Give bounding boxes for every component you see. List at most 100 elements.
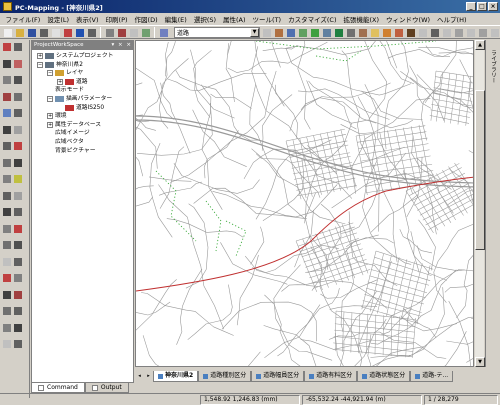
- map-tab[interactable]: 道路状態区分: [357, 371, 411, 382]
- draw-tool-button[interactable]: [13, 240, 23, 250]
- menu-item[interactable]: 編集(E): [161, 14, 190, 24]
- tree-expander[interactable]: −: [47, 96, 53, 102]
- library-panel[interactable]: ライブラリー: [485, 40, 500, 367]
- draw-tool-button[interactable]: [2, 257, 12, 267]
- menu-item[interactable]: 拡張機能(X): [340, 14, 383, 24]
- map-view[interactable]: [135, 40, 474, 367]
- tree-node[interactable]: − レイヤ: [47, 69, 83, 77]
- draw-tool-button[interactable]: [2, 207, 12, 217]
- tree-node[interactable]: − 描画パラメーター: [47, 95, 112, 103]
- maximize-button[interactable]: □: [477, 2, 487, 11]
- toolbar-button[interactable]: [38, 27, 49, 38]
- draw-tool-button[interactable]: [13, 125, 23, 135]
- toolbar-button[interactable]: [273, 27, 284, 38]
- menu-item[interactable]: 設定(L): [44, 14, 73, 24]
- toolbar-button[interactable]: [74, 27, 85, 38]
- draw-tool-button[interactable]: [13, 339, 23, 349]
- draw-tool-button[interactable]: [2, 59, 12, 69]
- toolbar-button[interactable]: [441, 27, 452, 38]
- menu-item[interactable]: 作図(D): [131, 14, 161, 24]
- toolbar-button[interactable]: [26, 27, 37, 38]
- toolbar-button[interactable]: [489, 27, 500, 38]
- toolbar-button[interactable]: [321, 27, 332, 38]
- scroll-thumb[interactable]: [475, 90, 485, 250]
- toolbar-button[interactable]: [309, 27, 320, 38]
- tree-node[interactable]: + システムプロジェクト: [37, 52, 113, 60]
- panel-tab-command[interactable]: Command: [31, 383, 85, 393]
- draw-tool-button[interactable]: [2, 141, 12, 151]
- toolbar-button[interactable]: [62, 27, 73, 38]
- tree-node[interactable]: 表示モード: [47, 86, 84, 94]
- toolbar-button[interactable]: [465, 27, 476, 38]
- map-tab[interactable]: 道路幅員区分: [251, 371, 305, 382]
- tree-node[interactable]: − 神奈川県2: [37, 61, 83, 69]
- draw-tool-button[interactable]: [2, 306, 12, 316]
- library-tab-label[interactable]: ライブラリー: [489, 50, 497, 83]
- menu-item[interactable]: 表示(V): [73, 14, 103, 24]
- map-tab[interactable]: 道路種別区分: [198, 371, 252, 382]
- menu-item[interactable]: ツール(T): [249, 14, 285, 24]
- tree-expander[interactable]: +: [47, 113, 53, 120]
- toolbar-button[interactable]: [297, 27, 308, 38]
- tab-scroll-right-icon[interactable]: ▸: [144, 372, 153, 381]
- toolbar-button[interactable]: [104, 27, 115, 38]
- tree-node[interactable]: 広域イメージ: [47, 129, 90, 137]
- close-button[interactable]: ×: [488, 2, 498, 11]
- toolbar-button[interactable]: [86, 27, 97, 38]
- draw-tool-button[interactable]: [2, 125, 12, 135]
- tree-expander[interactable]: −: [47, 70, 53, 77]
- toolbar-button[interactable]: [50, 27, 61, 38]
- draw-tool-button[interactable]: [13, 191, 23, 201]
- minimize-button[interactable]: _: [466, 2, 476, 11]
- toolbar-button[interactable]: [357, 27, 368, 38]
- tree-node[interactable]: + 属性データベース: [47, 121, 101, 129]
- draw-tool-button[interactable]: [2, 108, 12, 118]
- tree-expander[interactable]: −: [37, 61, 43, 68]
- draw-tool-button[interactable]: [13, 207, 23, 217]
- draw-tool-button[interactable]: [2, 240, 12, 250]
- menu-item[interactable]: 印刷(P): [102, 14, 131, 24]
- draw-tool-button[interactable]: [13, 92, 23, 102]
- draw-tool-button[interactable]: [13, 42, 23, 52]
- draw-tool-button[interactable]: [13, 59, 23, 69]
- toolbar-button[interactable]: [285, 27, 296, 38]
- panel-buttons[interactable]: ▾ × ×: [112, 41, 132, 50]
- draw-tool-button[interactable]: [13, 290, 23, 300]
- tree-node[interactable]: 広域ベクタ: [47, 138, 84, 146]
- draw-tool-button[interactable]: [2, 191, 12, 201]
- draw-tool-button[interactable]: [13, 108, 23, 118]
- draw-tool-button[interactable]: [2, 174, 12, 184]
- vertical-scrollbar[interactable]: ▲ ▼: [474, 40, 485, 367]
- toolbar-button[interactable]: [345, 27, 356, 38]
- draw-tool-button[interactable]: [13, 273, 23, 283]
- menu-item[interactable]: カスタマイズ(C): [285, 14, 340, 24]
- toolbar-button[interactable]: [405, 27, 416, 38]
- tree-node[interactable]: + 道路: [57, 78, 88, 86]
- map-tab[interactable]: 道路有料区分: [304, 371, 358, 382]
- map-tab[interactable]: 道路-テ...: [410, 371, 454, 382]
- draw-tool-button[interactable]: [2, 42, 12, 52]
- toolbar-button[interactable]: [393, 27, 404, 38]
- menu-item[interactable]: ウィンドウ(W): [383, 14, 434, 24]
- draw-tool-button[interactable]: [2, 323, 12, 333]
- dropdown-arrow-icon[interactable]: ▼: [250, 27, 259, 37]
- scroll-down-arrow[interactable]: ▼: [475, 357, 485, 367]
- toolbar-button[interactable]: [140, 27, 151, 38]
- draw-tool-button[interactable]: [13, 174, 23, 184]
- toolbar-button[interactable]: [417, 27, 428, 38]
- draw-tool-button[interactable]: [13, 257, 23, 267]
- tree-node[interactable]: + 環境: [47, 112, 67, 120]
- tree-node[interactable]: 背景ピクチャー: [47, 147, 96, 155]
- menu-item[interactable]: ファイル(F): [2, 14, 44, 24]
- toolbar-button[interactable]: [333, 27, 344, 38]
- toolbar-button[interactable]: [429, 27, 440, 38]
- map-tab[interactable]: 神奈川県2: [153, 371, 199, 382]
- toolbar-button[interactable]: [369, 27, 380, 38]
- tree-node[interactable]: 道路IS250: [57, 104, 104, 112]
- toolbar-button[interactable]: [116, 27, 127, 38]
- draw-tool-button[interactable]: [13, 306, 23, 316]
- draw-tool-button[interactable]: [13, 75, 23, 85]
- toolbar-button[interactable]: [158, 27, 169, 38]
- tab-scroll-left-icon[interactable]: ◂: [135, 372, 144, 381]
- menu-item[interactable]: 選択(S): [190, 14, 219, 24]
